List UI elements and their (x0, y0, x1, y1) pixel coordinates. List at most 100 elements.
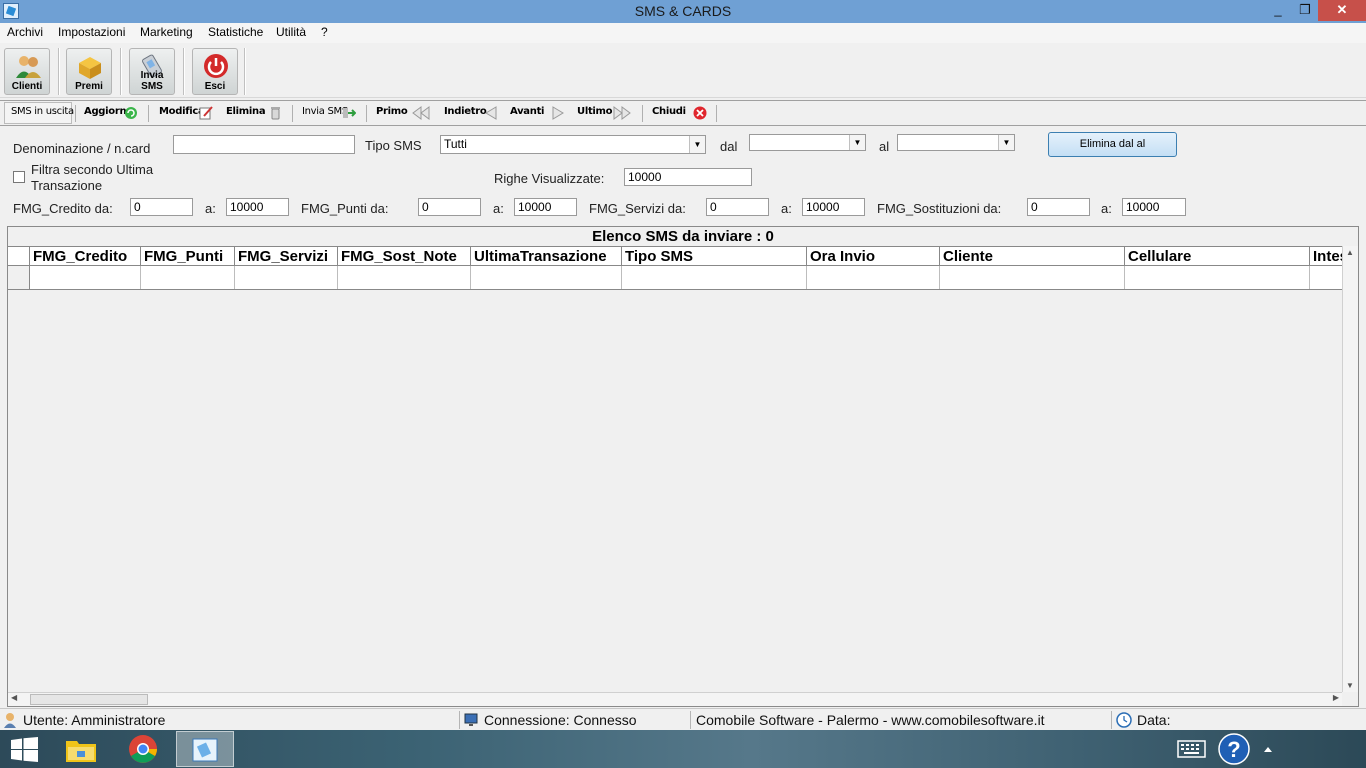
avanti-button[interactable]: Avanti (510, 106, 544, 117)
vertical-scrollbar[interactable]: ▲ ▼ (1342, 246, 1358, 692)
primo-button[interactable]: Primo (376, 106, 408, 117)
minimize-button[interactable]: _ (1264, 0, 1292, 21)
windows-taskbar: ? (0, 730, 1366, 768)
filtra-ultima-transazione-checkbox[interactable] (13, 171, 25, 183)
column-header-cellulare[interactable]: Cellulare (1125, 247, 1310, 265)
last-record-icon[interactable] (612, 106, 632, 120)
tipo-sms-label: Tipo SMS (365, 138, 422, 153)
ultimo-button[interactable]: Ultimo (577, 106, 613, 117)
help-icon[interactable]: ? (1218, 733, 1250, 765)
windows-start-icon[interactable] (11, 737, 38, 762)
scroll-right-icon[interactable]: ▶ (1333, 693, 1339, 702)
column-header-fmg-punti[interactable]: FMG_Punti (141, 247, 235, 265)
horizontal-scrollbar[interactable]: ◀ ▶ (8, 692, 1342, 706)
servizi-da-input[interactable]: 0 (706, 198, 769, 216)
column-header-intestazione[interactable]: Intes (1310, 247, 1343, 265)
filtra-label-line2: Transazione (31, 178, 103, 193)
indietro-button[interactable]: Indietro (444, 106, 487, 117)
row-selector[interactable] (8, 266, 30, 289)
table-cell[interactable] (1125, 266, 1310, 289)
al-date-picker[interactable]: ▼ (897, 134, 1015, 151)
column-header-ora-invio[interactable]: Ora Invio (807, 247, 940, 265)
chevron-up-icon[interactable] (1263, 745, 1273, 753)
dal-label: dal (720, 139, 738, 154)
menu-help[interactable]: ? (321, 25, 328, 39)
send-arrow-icon[interactable] (342, 106, 356, 120)
column-header-tipo-sms[interactable]: Tipo SMS (622, 247, 807, 265)
credito-a-input[interactable]: 10000 (226, 198, 289, 216)
refresh-icon[interactable] (124, 106, 138, 120)
table-cell[interactable] (471, 266, 622, 289)
menu-bar: Archivi Impostazioni Marketing Statistic… (0, 23, 1366, 43)
chevron-down-icon[interactable]: ▼ (849, 135, 865, 150)
punti-a-input[interactable]: 10000 (514, 198, 577, 216)
scroll-left-icon[interactable]: ◀ (11, 693, 17, 702)
table-cell[interactable] (235, 266, 338, 289)
table-row[interactable] (8, 266, 1343, 290)
esci-button[interactable]: Esci (192, 48, 238, 95)
clienti-button[interactable]: Clienti (4, 48, 50, 95)
table-cell[interactable] (807, 266, 940, 289)
elimina-dal-al-button[interactable]: Elimina dal al (1048, 132, 1177, 157)
clock-icon (1116, 712, 1132, 728)
servizi-a-input[interactable]: 10000 (802, 198, 865, 216)
maximize-button[interactable]: ❐ (1292, 0, 1318, 21)
modifica-button[interactable]: Modifica (159, 106, 205, 117)
invia-sms-label: Invia SMS (140, 70, 164, 92)
keyboard-icon[interactable] (1177, 740, 1206, 758)
chiudi-button[interactable]: Chiudi (652, 106, 686, 117)
folder-icon (66, 741, 96, 762)
punti-da-input[interactable]: 0 (418, 198, 481, 216)
premi-button[interactable]: Premi (66, 48, 112, 95)
scroll-up-icon[interactable]: ▲ (1346, 248, 1354, 257)
sostituzioni-a-label: a: (1101, 201, 1112, 216)
menu-utilita[interactable]: Utilità (276, 25, 306, 39)
close-button[interactable]: ✕ (1318, 0, 1366, 21)
scroll-down-icon[interactable]: ▼ (1346, 681, 1354, 690)
elimina-button[interactable]: Elimina (226, 106, 266, 117)
menu-statistiche[interactable]: Statistiche (208, 25, 263, 39)
menu-marketing[interactable]: Marketing (140, 25, 193, 39)
table-cell[interactable] (622, 266, 807, 289)
column-header-cliente[interactable]: Cliente (940, 247, 1125, 265)
first-record-icon[interactable] (411, 106, 431, 120)
scroll-thumb[interactable] (30, 694, 148, 705)
grid-title: Elenco SMS da inviare : 0 (592, 228, 774, 245)
al-label: al (879, 139, 890, 154)
invia-sms-button[interactable]: Invia SMS (129, 48, 175, 95)
taskbar-sms-cards[interactable] (176, 731, 234, 767)
menu-archivi[interactable]: Archivi (7, 25, 43, 39)
credito-da-input[interactable]: 0 (130, 198, 193, 216)
nav-separator (716, 105, 717, 122)
righe-visualizzate-label: Righe Visualizzate: (494, 171, 605, 186)
taskbar-chrome[interactable] (114, 731, 172, 767)
column-header-ultima-transazione[interactable]: UltimaTransazione (471, 247, 622, 265)
close-circle-icon[interactable] (693, 106, 707, 120)
credito-label: FMG_Credito da: (13, 201, 113, 216)
chevron-down-icon[interactable]: ▼ (689, 136, 705, 153)
table-cell[interactable] (141, 266, 235, 289)
table-cell[interactable] (30, 266, 141, 289)
tab-sms-in-uscita-label[interactable]: SMS in uscita (11, 106, 74, 117)
edit-pencil-icon[interactable] (199, 106, 213, 120)
previous-record-icon[interactable] (484, 106, 498, 120)
svg-text:?: ? (1227, 737, 1240, 762)
sostituzioni-da-input[interactable]: 0 (1027, 198, 1090, 216)
next-record-icon[interactable] (551, 106, 565, 120)
dal-date-picker[interactable]: ▼ (749, 134, 866, 151)
column-header-fmg-sost-note[interactable]: FMG_Sost_Note (338, 247, 471, 265)
table-cell[interactable] (338, 266, 471, 289)
tipo-sms-select[interactable]: Tutti ▼ (440, 135, 706, 154)
sostituzioni-a-input[interactable]: 10000 (1122, 198, 1186, 216)
row-selector-header (8, 247, 30, 265)
menu-impostazioni[interactable]: Impostazioni (58, 25, 125, 39)
table-cell[interactable] (940, 266, 1125, 289)
chevron-down-icon[interactable]: ▼ (998, 135, 1014, 150)
trash-icon[interactable] (268, 106, 282, 120)
column-header-fmg-credito[interactable]: FMG_Credito (30, 247, 141, 265)
taskbar-file-explorer[interactable] (52, 731, 110, 767)
toolbar-separator (244, 48, 246, 95)
denominazione-input[interactable] (173, 135, 355, 154)
righe-visualizzate-input[interactable]: 10000 (624, 168, 752, 186)
column-header-fmg-servizi[interactable]: FMG_Servizi (235, 247, 338, 265)
